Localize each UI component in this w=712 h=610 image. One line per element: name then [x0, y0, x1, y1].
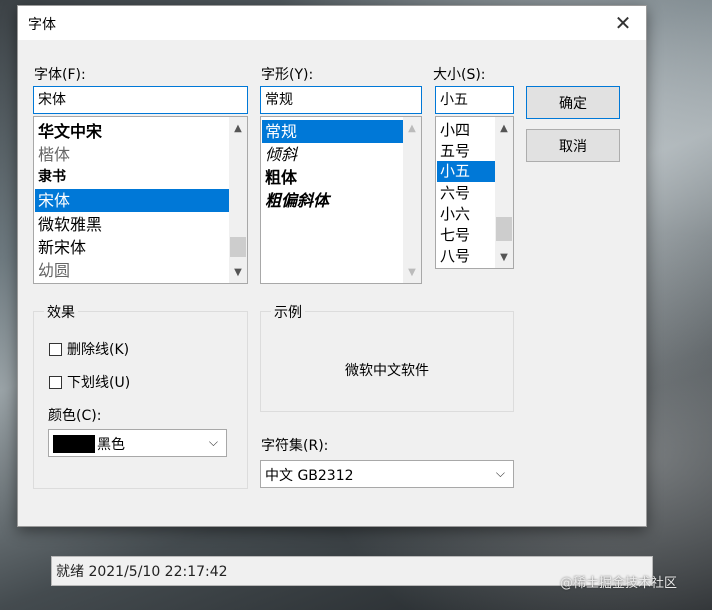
chevron-down-icon[interactable]: ▼	[229, 263, 247, 281]
size-label: 大小(S):	[433, 67, 486, 83]
underline-checkbox[interactable]	[49, 376, 62, 389]
scrollbar-thumb[interactable]	[496, 217, 512, 241]
charset-select[interactable]: 中文 GB2312 ⌵	[260, 460, 514, 488]
font-style-input[interactable]: 常规	[260, 86, 422, 114]
font-list-item[interactable]: 幼圆	[35, 259, 229, 282]
font-list-item[interactable]: 微软雅黑	[35, 213, 229, 236]
size-list-item[interactable]: 小六	[437, 203, 495, 226]
style-list-item[interactable]: 倾斜	[262, 143, 403, 166]
dialog-title: 字体	[28, 17, 56, 33]
font-size-input[interactable]: 小五	[435, 86, 514, 114]
watermark: @稀土掘金技术社区	[560, 576, 678, 591]
underline-label[interactable]: 下划线(U)	[67, 372, 130, 392]
font-label: 字体(F):	[34, 67, 86, 83]
chevron-down-icon[interactable]: ⌵	[496, 466, 505, 481]
font-list-item[interactable]: 新宋体	[35, 236, 229, 259]
font-size-list[interactable]: 小四 五号 小五 六号 小六 七号 八号 ▲ ▼	[435, 116, 514, 269]
font-list-scrollbar[interactable]: ▲ ▼	[229, 117, 247, 283]
charset-value: 中文 GB2312	[265, 468, 354, 484]
chevron-down-icon[interactable]: ⌵	[209, 435, 218, 450]
sample-group: 示例 微软中文软件	[260, 302, 514, 412]
sample-text: 微软中文软件	[345, 363, 429, 379]
font-dialog: 字体 ✕ 字体(F): 宋体 华文中宋 楷体 隶书 宋体 微软雅黑 新宋体 幼圆…	[17, 5, 647, 527]
size-list-item[interactable]: 五号	[437, 140, 495, 163]
chevron-up-icon[interactable]: ▲	[495, 119, 513, 137]
effects-title: 效果	[44, 302, 78, 322]
font-list-item-selected[interactable]: 宋体	[35, 189, 229, 212]
font-list-item[interactable]: 隶书	[35, 166, 229, 189]
size-list-item[interactable]: 小四	[437, 119, 495, 142]
style-list-item[interactable]: 粗偏斜体	[262, 189, 403, 212]
color-select[interactable]: 黑色 ⌵	[48, 429, 227, 457]
style-list-item-selected[interactable]: 常规	[262, 120, 403, 143]
font-style-list[interactable]: 常规 倾斜 粗体 粗偏斜体 ▲ ▼	[260, 116, 422, 284]
style-label: 字形(Y):	[261, 67, 314, 83]
color-swatch	[53, 435, 95, 453]
font-list-item[interactable]: 华文中宋	[35, 120, 229, 143]
size-list-item-selected[interactable]: 小五	[437, 161, 495, 182]
cancel-button[interactable]: 取消	[526, 129, 620, 162]
sample-title: 示例	[271, 302, 305, 322]
strikeout-checkbox[interactable]	[49, 343, 62, 356]
effects-group: 效果	[33, 302, 248, 489]
size-list-item[interactable]: 六号	[437, 182, 495, 205]
font-list-item[interactable]: 楷体	[35, 143, 229, 166]
style-list-item[interactable]: 粗体	[262, 166, 403, 189]
close-icon[interactable]: ✕	[600, 6, 646, 40]
strikeout-label[interactable]: 删除线(K)	[67, 339, 129, 359]
size-list-item[interactable]: 八号	[437, 245, 495, 268]
chevron-down-icon[interactable]: ▼	[403, 263, 421, 281]
size-list-item[interactable]: 七号	[437, 224, 495, 247]
font-list[interactable]: 华文中宋 楷体 隶书 宋体 微软雅黑 新宋体 幼圆 ▲ ▼	[33, 116, 248, 284]
ok-button[interactable]: 确定	[526, 86, 620, 119]
color-label: 颜色(C):	[48, 408, 102, 424]
status-text: 就绪 2021/5/10 22:17:42	[56, 564, 228, 580]
chevron-up-icon[interactable]: ▲	[403, 119, 421, 137]
font-name-input[interactable]: 宋体	[33, 86, 248, 114]
size-list-scrollbar[interactable]: ▲ ▼	[495, 117, 513, 268]
scrollbar-thumb[interactable]	[230, 237, 246, 257]
chevron-up-icon[interactable]: ▲	[229, 119, 247, 137]
title-bar: 字体 ✕	[18, 6, 646, 40]
charset-label: 字符集(R):	[261, 438, 329, 454]
color-value: 黑色	[97, 437, 125, 453]
chevron-down-icon[interactable]: ▼	[495, 248, 513, 266]
style-list-scrollbar[interactable]: ▲ ▼	[403, 117, 421, 283]
